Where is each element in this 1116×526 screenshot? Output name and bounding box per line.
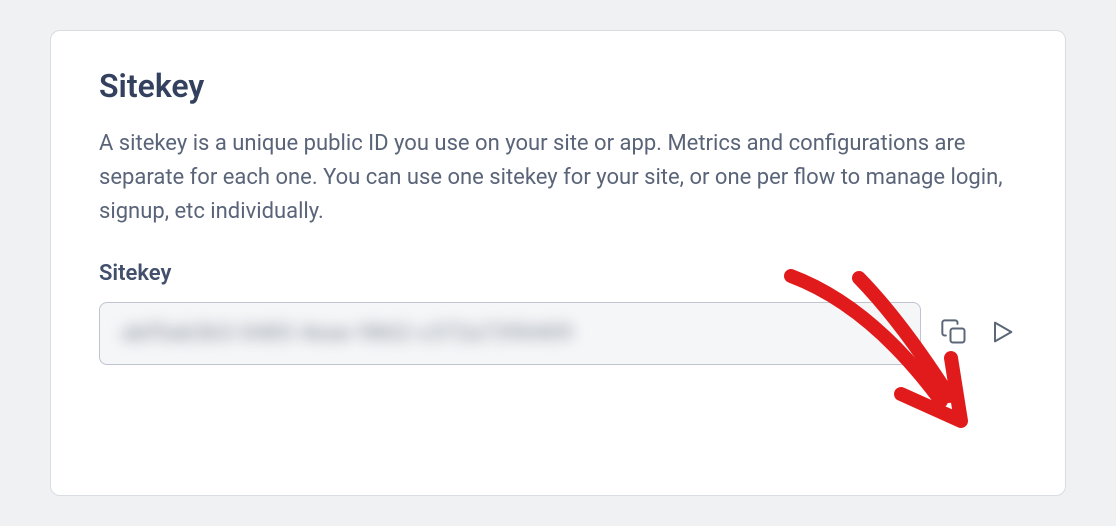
sitekey-input[interactable]: abf5ab3b3-0483-4eae-9862-c372a7390409 <box>99 302 921 365</box>
sitekey-value-blurred: abf5ab3b3-0483-4eae-9862-c372a7390409 <box>122 321 573 346</box>
sitekey-field-label: Sitekey <box>99 261 1017 286</box>
card-title: Sitekey <box>99 67 1017 105</box>
copy-icon <box>940 318 968 350</box>
sitekey-card: Sitekey A sitekey is a unique public ID … <box>50 30 1066 496</box>
sitekey-input-row: abf5ab3b3-0483-4eae-9862-c372a7390409 <box>99 302 1017 365</box>
sitekey-description: A sitekey is a unique public ID you use … <box>99 127 1017 229</box>
copy-button[interactable] <box>939 319 969 349</box>
play-button[interactable] <box>987 319 1017 349</box>
arrow-annotation <box>751 266 1011 466</box>
play-icon <box>988 318 1016 350</box>
